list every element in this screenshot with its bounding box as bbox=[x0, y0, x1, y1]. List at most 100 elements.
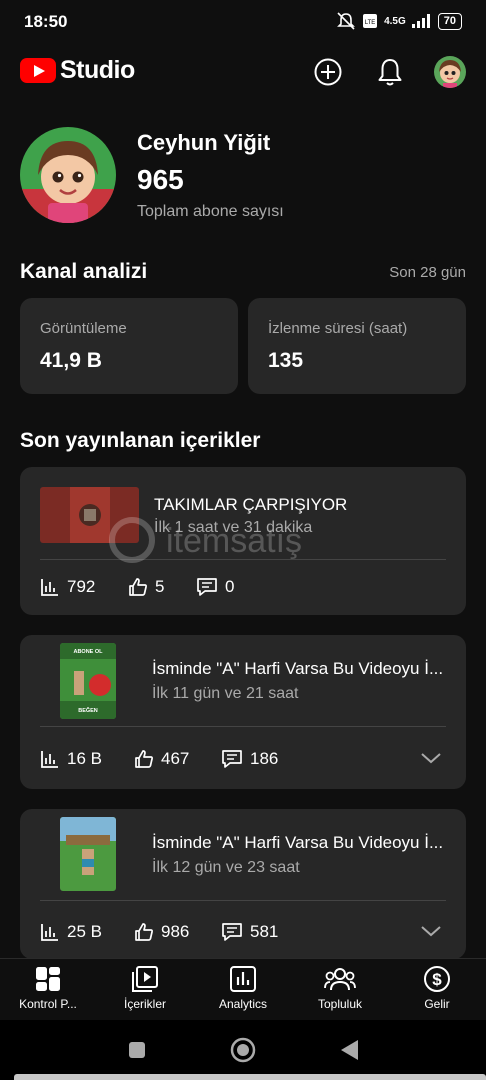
channel-avatar[interactable] bbox=[20, 127, 116, 223]
bell-icon bbox=[378, 59, 402, 86]
status-bar: 18:50 LTE 4.5G 70 bbox=[0, 0, 486, 44]
app-header: Studio bbox=[0, 46, 486, 98]
likes-metric: 5 bbox=[128, 577, 164, 597]
watch-time-label: İzlenme süresi (saat) bbox=[268, 320, 408, 337]
watch-time-value: 135 bbox=[268, 349, 304, 372]
views-card[interactable]: Görüntüleme 41,9 B bbox=[20, 298, 238, 394]
nav-earn[interactable]: $ Gelir bbox=[397, 965, 477, 1011]
likes-count: 986 bbox=[161, 922, 190, 941]
thumb-like-text: BEĞEN bbox=[78, 706, 98, 714]
nav-community[interactable]: Topluluk bbox=[300, 965, 380, 1011]
comment-icon bbox=[197, 578, 217, 596]
mute-icon bbox=[337, 12, 355, 30]
nav-dashboard[interactable]: Kontrol P... bbox=[8, 965, 88, 1011]
content-card[interactable]: TAKIMLAR ÇARPIŞIYOR İlk 1 saat ve 31 dak… bbox=[20, 467, 466, 615]
divider bbox=[40, 900, 446, 901]
comments-metric: 0 bbox=[196, 577, 234, 597]
subscriber-count: 965 bbox=[137, 164, 184, 195]
video-thumbnail bbox=[40, 487, 139, 543]
video-time: İlk 1 saat ve 31 dakika bbox=[154, 519, 313, 536]
comments-metric: 581 bbox=[221, 922, 278, 942]
recents-icon[interactable] bbox=[127, 1040, 147, 1060]
thumb-subscribe-text: ABONE OL bbox=[73, 649, 103, 655]
create-button[interactable] bbox=[312, 56, 344, 88]
nav-content[interactable]: İçerikler bbox=[105, 965, 185, 1011]
subscriber-label: Toplam abone sayısı bbox=[137, 203, 284, 220]
video-title: TAKIMLAR ÇARPIŞIYOR bbox=[154, 495, 348, 514]
comment-icon bbox=[222, 750, 242, 768]
video-thumbnail bbox=[60, 817, 116, 891]
earn-icon: $ bbox=[424, 966, 450, 992]
views-count: 792 bbox=[67, 577, 96, 596]
content-card[interactable]: ABONE OL BEĞEN İsminde "A" Harfi Varsa Bu… bbox=[20, 635, 466, 789]
nav-label: Gelir bbox=[424, 997, 450, 1011]
chevron-down-icon[interactable] bbox=[420, 751, 442, 765]
video-time: İlk 11 gün ve 21 saat bbox=[152, 685, 299, 702]
dashboard-icon bbox=[36, 967, 60, 991]
likes-count: 467 bbox=[161, 749, 190, 768]
create-icon bbox=[314, 58, 342, 86]
views-value: 41,9 B bbox=[40, 349, 102, 372]
like-icon bbox=[129, 578, 147, 596]
comments-metric: 186 bbox=[221, 749, 278, 769]
comment-icon bbox=[222, 923, 242, 941]
recent-section-title: Son yayınlanan içerikler bbox=[20, 429, 261, 452]
analytics-icon bbox=[41, 579, 58, 596]
status-icons: LTE 4.5G 70 bbox=[336, 12, 462, 30]
svg-text:LTE: LTE bbox=[365, 20, 376, 26]
divider bbox=[40, 726, 446, 727]
youtube-logo-icon bbox=[20, 58, 56, 83]
content-card[interactable]: İsminde "A" Harfi Varsa Bu Videoyu İ... … bbox=[20, 809, 466, 959]
views-count: 25 B bbox=[67, 922, 102, 941]
analytics-icon bbox=[41, 924, 58, 941]
status-time: 18:50 bbox=[24, 12, 68, 31]
video-thumbnail: ABONE OL BEĞEN bbox=[60, 643, 116, 719]
nav-label: Kontrol P... bbox=[19, 997, 77, 1011]
battery-indicator: 70 bbox=[437, 12, 462, 30]
like-icon bbox=[135, 750, 153, 768]
likes-metric: 986 bbox=[134, 922, 189, 942]
account-avatar[interactable] bbox=[434, 56, 466, 88]
nav-label: Analytics bbox=[218, 997, 268, 1011]
analytics-period: Son 28 gün bbox=[389, 264, 466, 281]
views-label: Görüntüleme bbox=[40, 320, 127, 337]
back-icon[interactable] bbox=[338, 1038, 360, 1062]
content-icon bbox=[132, 966, 158, 992]
analytics-section-title: Kanal analizi bbox=[20, 260, 148, 283]
channel-summary: Ceyhun Yiğit 965 Toplam abone sayısı bbox=[20, 127, 466, 227]
home-icon[interactable] bbox=[230, 1037, 256, 1063]
video-time: İlk 12 gün ve 23 saat bbox=[152, 859, 300, 876]
views-metric: 792 bbox=[40, 577, 95, 597]
avatar-image bbox=[434, 56, 466, 88]
system-nav-bar bbox=[0, 1020, 486, 1080]
likes-count: 5 bbox=[155, 577, 165, 596]
views-metric: 16 B bbox=[40, 749, 102, 769]
channel-avatar-image bbox=[20, 127, 116, 223]
watch-time-card[interactable]: İzlenme süresi (saat) 135 bbox=[248, 298, 466, 394]
signal-icon bbox=[411, 14, 430, 28]
svg-text:$: $ bbox=[432, 970, 442, 989]
nav-label: Topluluk bbox=[317, 997, 363, 1011]
network-label: 4.5G bbox=[384, 15, 406, 27]
comments-count: 186 bbox=[250, 749, 279, 768]
views-metric: 25 B bbox=[40, 922, 102, 942]
divider bbox=[40, 559, 446, 560]
nav-analytics[interactable]: Analytics bbox=[203, 965, 283, 1011]
notifications-button[interactable] bbox=[374, 56, 406, 88]
video-title: İsminde "A" Harfi Varsa Bu Videoyu İ... bbox=[152, 659, 444, 678]
comments-count: 581 bbox=[250, 922, 279, 941]
chevron-down-icon[interactable] bbox=[420, 924, 442, 938]
studio-logo[interactable]: Studio bbox=[20, 56, 135, 85]
like-icon bbox=[135, 923, 153, 941]
logo-text: Studio bbox=[60, 56, 135, 84]
analytics-icon bbox=[230, 966, 256, 992]
channel-name: Ceyhun Yiğit bbox=[137, 130, 271, 155]
comments-count: 0 bbox=[225, 577, 235, 596]
gesture-bar bbox=[14, 1074, 486, 1080]
bottom-nav: Kontrol P... İçerikler Analytics Toplulu… bbox=[0, 958, 486, 1020]
views-count: 16 B bbox=[67, 749, 102, 768]
nav-label: İçerikler bbox=[123, 997, 166, 1011]
community-icon bbox=[324, 968, 356, 991]
video-title: İsminde "A" Harfi Varsa Bu Videoyu İ... bbox=[152, 833, 444, 852]
volte-icon: LTE bbox=[363, 14, 378, 28]
